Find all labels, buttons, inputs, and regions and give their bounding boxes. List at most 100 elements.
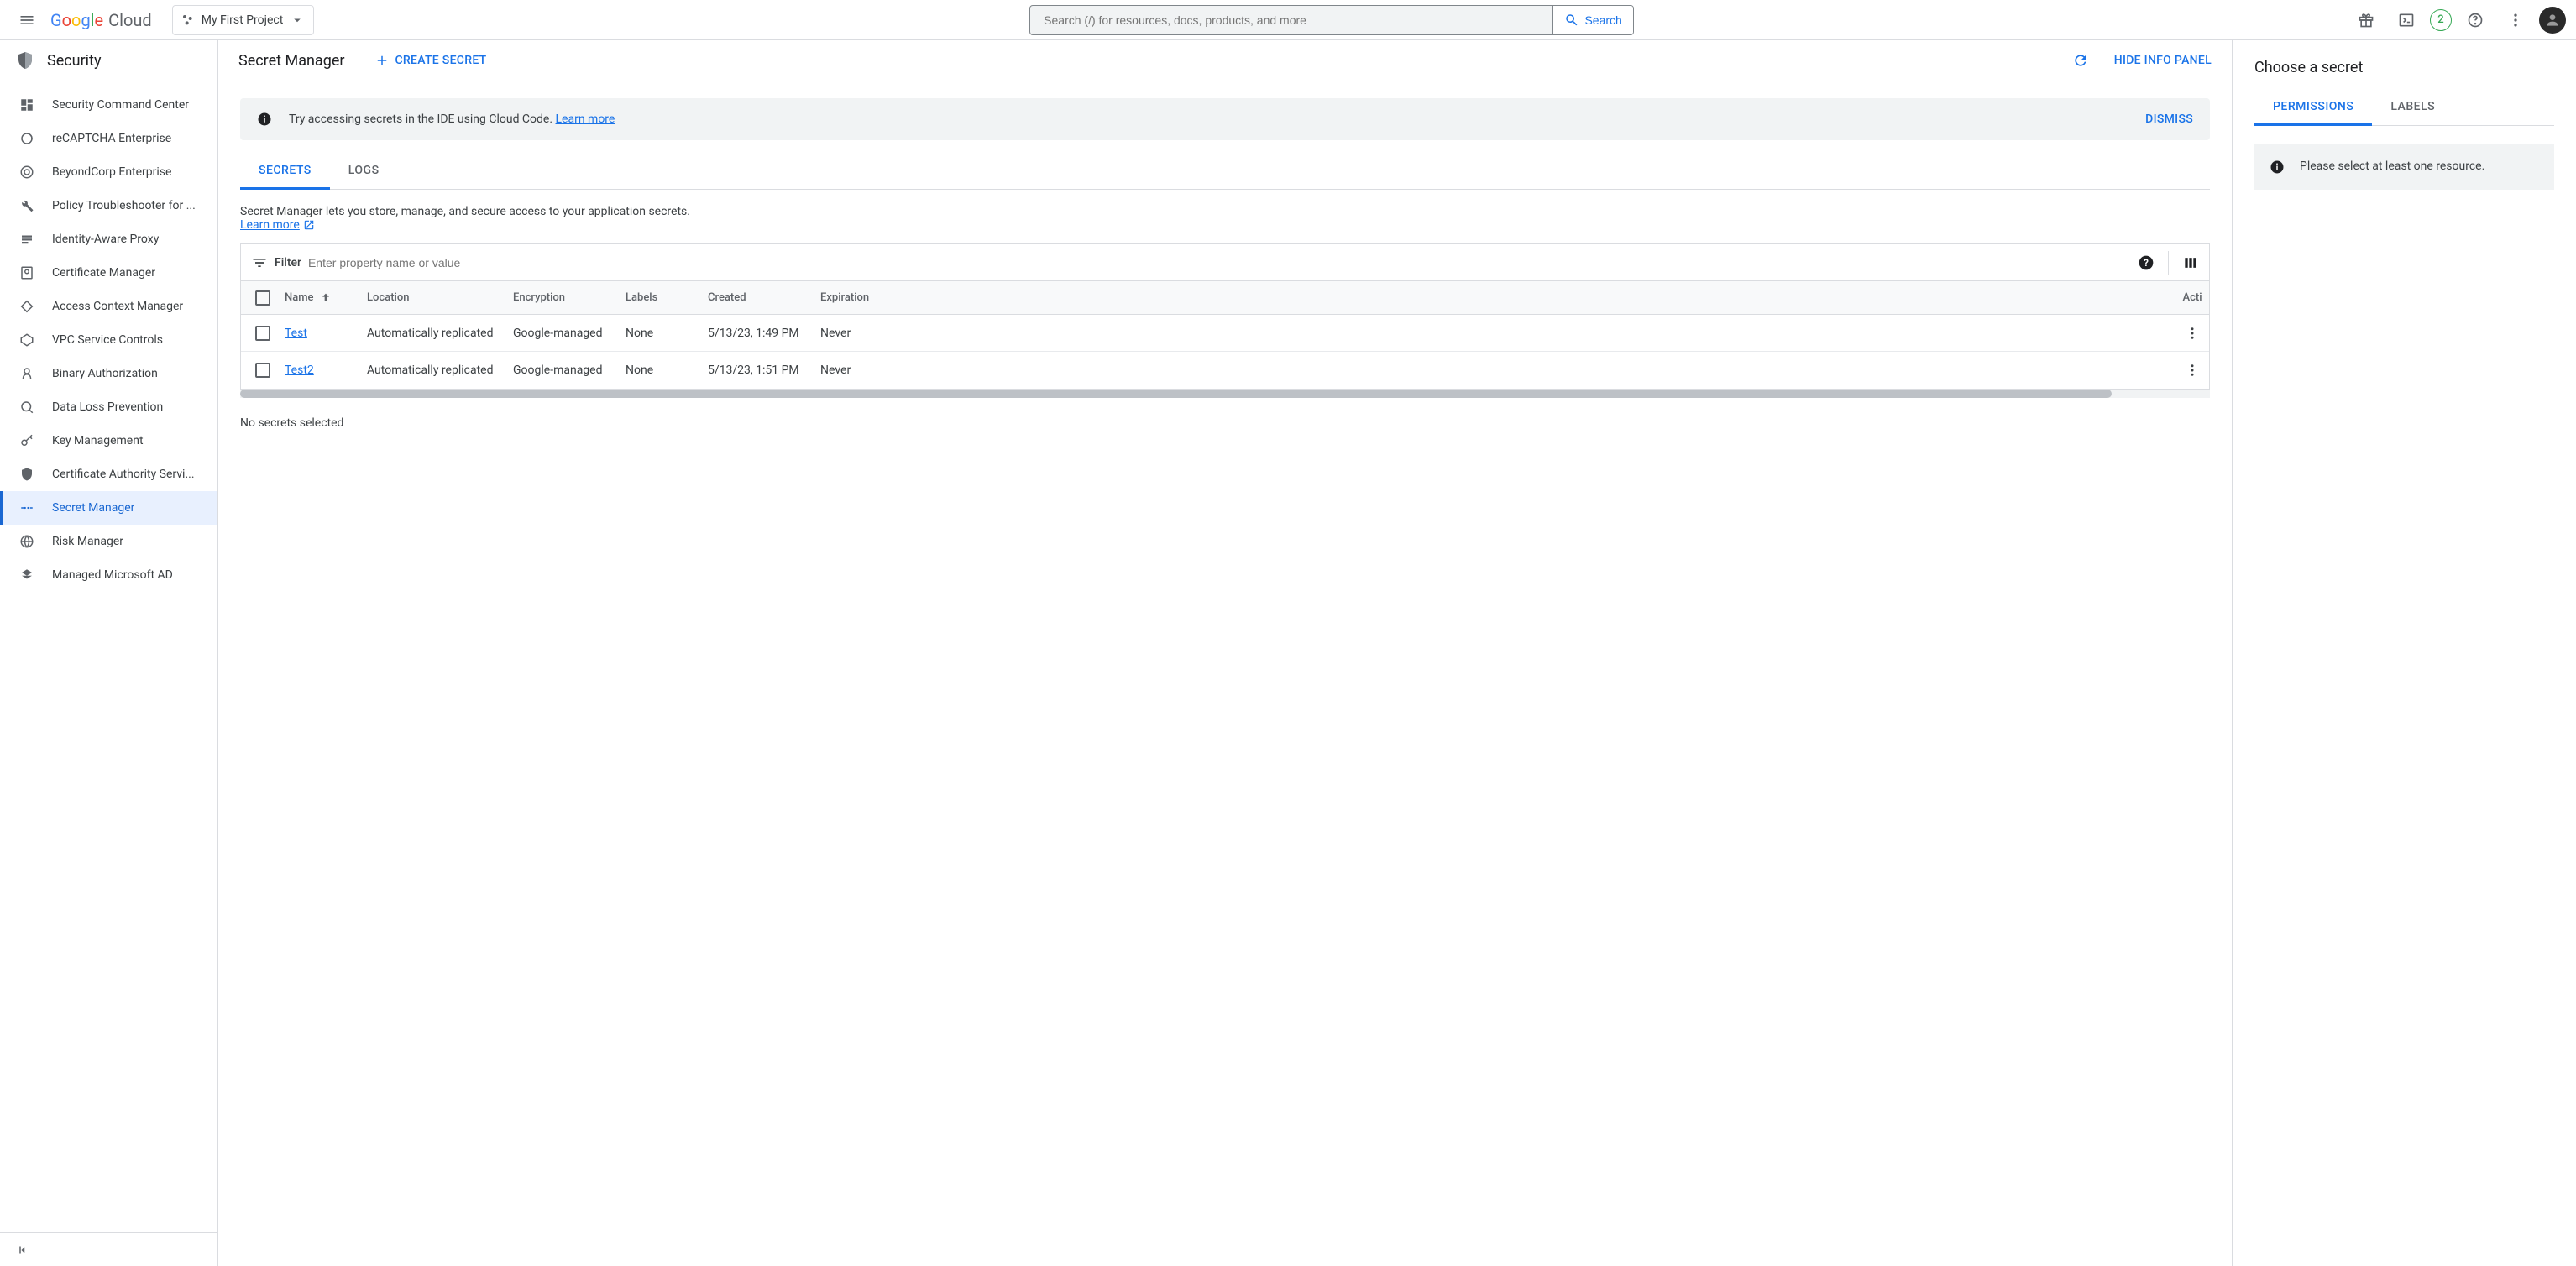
hide-info-panel-button[interactable]: HIDE INFO PANEL (2114, 54, 2212, 67)
search-button[interactable]: Search (1552, 6, 1633, 34)
cell-encryption: Google-managed (513, 327, 626, 340)
nav-menu-button[interactable] (10, 3, 44, 37)
sidebar-item-security-command-center[interactable]: Security Command Center (0, 88, 217, 122)
select-all-checkbox[interactable] (255, 290, 270, 306)
table-row: TestAutomatically replicatedGoogle-manag… (241, 315, 2209, 352)
main-tabs: SECRETSLOGS (240, 154, 2210, 190)
main-layout: Security Security Command CenterreCAPTCH… (0, 40, 2576, 1266)
description: Secret Manager lets you store, manage, a… (240, 205, 2210, 232)
iap-icon (18, 231, 35, 248)
search-box: Search (1029, 5, 1634, 35)
filter-help-icon[interactable]: ? (2138, 254, 2155, 271)
sidebar-item-certificate-manager[interactable]: Certificate Manager (0, 256, 217, 290)
col-labels[interactable]: Labels (626, 291, 708, 304)
sidebar-item-label: Key Management (52, 434, 144, 447)
diamond-icon (18, 298, 35, 315)
cell-expiration: Never (820, 364, 916, 377)
cell-created: 5/13/23, 1:51 PM (708, 364, 820, 377)
sidebar-item-recaptcha-enterprise[interactable]: reCAPTCHA Enterprise (0, 122, 217, 155)
filter-input[interactable] (308, 256, 2131, 269)
sidebar-item-risk-manager[interactable]: Risk Manager (0, 525, 217, 558)
secrets-table: Name Location Encryption Labels Created … (240, 280, 2210, 390)
secret-name-link[interactable]: Test (285, 327, 307, 340)
sidebar-item-beyondcorp-enterprise[interactable]: BeyondCorp Enterprise (0, 155, 217, 189)
filter-label: Filter (275, 256, 301, 269)
sidebar-item-label: Policy Troubleshooter for ... (52, 199, 196, 212)
sidebar-header: Security (0, 40, 217, 81)
row-actions-icon[interactable] (2185, 326, 2200, 341)
key-icon (18, 432, 35, 449)
sidebar-item-label: Binary Authorization (52, 367, 158, 380)
learn-more-link[interactable]: Learn more (240, 218, 315, 232)
search-container: Search (321, 5, 2343, 35)
sidebar-item-label: Managed Microsoft AD (52, 568, 173, 582)
col-expiration[interactable]: Expiration (820, 291, 916, 304)
content-header: Secret Manager CREATE SECRET HIDE INFO P… (218, 40, 2232, 81)
risk-icon (18, 533, 35, 550)
col-created[interactable]: Created (708, 291, 820, 304)
google-cloud-logo[interactable]: Google Cloud (50, 10, 152, 30)
col-name[interactable]: Name (285, 291, 367, 305)
cloud-shell-icon[interactable] (2390, 3, 2423, 37)
row-checkbox[interactable] (255, 326, 270, 341)
sidebar-item-label: Access Context Manager (52, 300, 183, 313)
dashboard-icon (18, 97, 35, 113)
filter-icon (251, 254, 268, 271)
banner-learn-more-link[interactable]: Learn more (556, 112, 615, 126)
sidebar-item-label: Risk Manager (52, 535, 123, 548)
info-tab-labels[interactable]: LABELS (2372, 90, 2453, 125)
secret-name-link[interactable]: Test2 (285, 364, 314, 377)
project-picker[interactable]: My First Project (172, 5, 315, 35)
wrench-icon (18, 197, 35, 214)
sidebar-item-binary-authorization[interactable]: Binary Authorization (0, 357, 217, 390)
help-icon[interactable] (2458, 3, 2492, 37)
refresh-icon[interactable] (2064, 44, 2097, 77)
sidebar-item-label: BeyondCorp Enterprise (52, 165, 171, 179)
sidebar-item-identity-aware-proxy[interactable]: Identity-Aware Proxy (0, 222, 217, 256)
gift-icon[interactable] (2349, 3, 2383, 37)
banner-dismiss-button[interactable]: DISMISS (2145, 112, 2193, 126)
row-checkbox[interactable] (255, 363, 270, 378)
sidebar-item-policy-troubleshooter-for[interactable]: Policy Troubleshooter for ... (0, 189, 217, 222)
sidebar-item-label: Certificate Authority Servi... (52, 468, 195, 481)
sidebar-item-label: Identity-Aware Proxy (52, 233, 159, 246)
selection-status: No secrets selected (240, 416, 2210, 430)
info-panel: Choose a secret PERMISSIONSLABELS Please… (2232, 40, 2576, 1266)
search-input[interactable] (1030, 6, 1552, 34)
sidebar-item-label: Data Loss Prevention (52, 400, 163, 414)
tab-logs[interactable]: LOGS (330, 154, 398, 189)
account-avatar[interactable] (2539, 7, 2566, 34)
col-encryption[interactable]: Encryption (513, 291, 626, 304)
sidebar-item-data-loss-prevention[interactable]: Data Loss Prevention (0, 390, 217, 424)
sidebar-item-vpc-service-controls[interactable]: VPC Service Controls (0, 323, 217, 357)
cell-labels: None (626, 364, 708, 377)
col-location[interactable]: Location (367, 291, 513, 304)
info-panel-callout: Please select at least one resource. (2254, 144, 2554, 190)
create-secret-button[interactable]: CREATE SECRET (374, 53, 486, 68)
top-bar: Google Cloud My First Project Search 2 (0, 0, 2576, 40)
sidebar-nav[interactable]: Security Command CenterreCAPTCHA Enterpr… (0, 81, 217, 1232)
cell-expiration: Never (820, 327, 916, 340)
project-name: My First Project (202, 13, 284, 27)
sidebar-item-access-context-manager[interactable]: Access Context Manager (0, 290, 217, 323)
svg-text:?: ? (2144, 257, 2149, 269)
trial-badge[interactable]: 2 (2430, 9, 2452, 31)
beyondcorp-icon (18, 164, 35, 180)
secret-icon (18, 500, 35, 516)
sidebar-item-managed-microsoft-ad[interactable]: Managed Microsoft AD (0, 558, 217, 592)
info-icon (2270, 160, 2285, 175)
sidebar-item-key-management[interactable]: Key Management (0, 424, 217, 458)
more-icon[interactable] (2499, 3, 2532, 37)
horizontal-scrollbar[interactable] (240, 390, 2210, 398)
row-actions-icon[interactable] (2185, 363, 2200, 378)
msad-icon (18, 567, 35, 583)
columns-icon[interactable] (2182, 254, 2199, 271)
sidebar-item-certificate-authority-servi[interactable]: Certificate Authority Servi... (0, 458, 217, 491)
sidebar-collapse[interactable] (0, 1232, 217, 1266)
tab-secrets[interactable]: SECRETS (240, 154, 330, 190)
shield-icon (15, 50, 35, 71)
top-right-actions: 2 (2349, 3, 2566, 37)
info-tab-permissions[interactable]: PERMISSIONS (2254, 90, 2372, 126)
sidebar-item-secret-manager[interactable]: Secret Manager (0, 491, 217, 525)
recaptcha-icon (18, 130, 35, 147)
